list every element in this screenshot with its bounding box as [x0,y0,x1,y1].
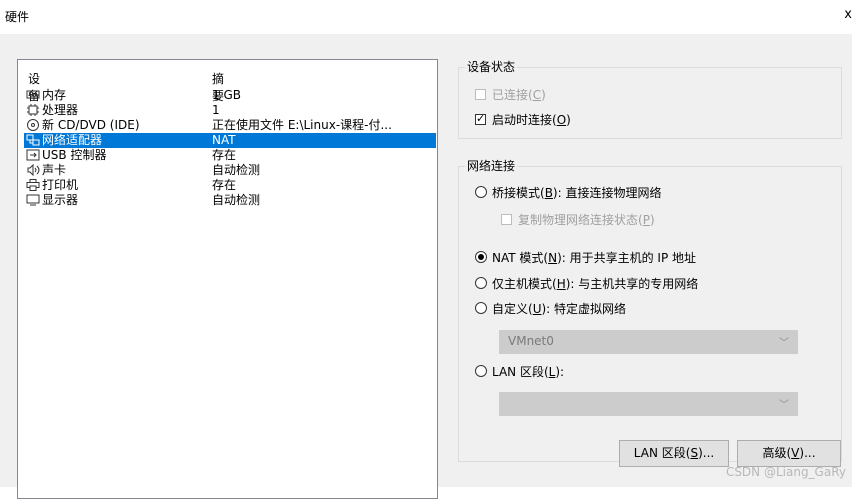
host-only-radio-circle[interactable] [475,277,487,289]
cd-dvd-icon [26,119,40,131]
network-connection-title: 网络连接 [465,158,518,174]
device-summary: 存在 [212,148,237,162]
title-bar: 硬件 x [0,0,852,34]
device-list[interactable]: 设备 摘要 内存 1 GB 处理器 1 新 CD/DVD (IDE) 正在使用文件 E:\… [17,59,438,499]
network-adapter-icon [26,134,40,146]
lan-segments-button[interactable]: LAN 区段(S)... [619,440,729,467]
host-only-label: 仅主机模式(H): 与主机共享的专用网络 [492,277,699,291]
usb-icon [26,149,40,161]
device-summary: 自动检测 [212,193,261,207]
device-row[interactable]: USB 控制器 存在 [24,148,436,163]
speaker-icon [26,163,40,177]
nat-radio-circle[interactable] [475,251,487,263]
processor-icon [26,104,40,116]
device-row[interactable]: 声卡 自动检测 [24,163,436,178]
lan-segment-label: LAN 区段(L): [492,365,565,379]
device-name: 打印机 [42,178,79,192]
vmnet-select[interactable]: VMnet0 ﹀ [499,330,798,354]
dialog-client: 设备 摘要 内存 1 GB 处理器 1 新 CD/DVD (IDE) 正在使用文件 E:\… [0,34,852,499]
vmnet-select-value: VMnet0 [508,334,554,348]
nat-label: NAT 模式(N): 用于共享主机的 IP 地址 [492,251,697,265]
replicate-state-label: 复制物理网络连接状态(P) [518,213,655,227]
device-row[interactable]: 新 CD/DVD (IDE) 正在使用文件 E:\Linux-课程-付... [24,118,436,133]
device-row[interactable]: 内存 1 GB [24,88,436,103]
chevron-down-icon: ﹀ [779,400,789,411]
replicate-state-box[interactable] [501,214,512,225]
memory-icon [26,89,40,101]
device-row[interactable]: 网络适配器 NAT [24,133,436,148]
radio-dot-icon [478,254,484,260]
device-summary: 存在 [212,178,237,192]
network-connection-group: 网络连接 桥接模式(B): 直接连接物理网络 复制物理网络连接状态(P) NAT… [458,158,842,462]
advanced-button[interactable]: 高级(V)... [737,440,841,467]
lan-segment-select[interactable]: ﹀ [499,392,798,416]
bridged-label: 桥接模式(B): 直接连接物理网络 [492,186,662,200]
bridged-radio-circle[interactable] [475,186,487,198]
monitor-icon [26,194,40,206]
device-name: 声卡 [42,163,67,177]
device-name: 显示器 [42,193,79,207]
device-summary: NAT [212,133,236,147]
device-summary: 1 GB [212,88,241,102]
device-summary: 正在使用文件 E:\Linux-课程-付... [212,118,392,132]
device-name: 新 CD/DVD (IDE) [42,118,140,132]
window-title: 硬件 [5,10,30,24]
connect-at-power-on-box[interactable]: ✓ [475,112,486,125]
device-name: 网络适配器 [42,133,103,147]
chevron-down-icon: ﹀ [779,338,789,349]
device-row[interactable]: 显示器 自动检测 [24,193,436,208]
close-icon[interactable]: x [844,7,852,22]
connected-checkbox-box[interactable] [475,89,486,100]
device-status-title: 设备状态 [465,59,518,75]
check-icon: ✓ [476,112,486,125]
custom-label: 自定义(U): 特定虚拟网络 [492,302,627,316]
watermark: CSDN @Liang_GaRy [725,465,846,479]
printer-icon [26,179,40,191]
device-row[interactable]: 处理器 1 [24,103,436,118]
device-name: USB 控制器 [42,148,107,162]
device-summary: 自动检测 [212,163,261,177]
device-summary: 1 [212,103,220,117]
device-status-group: 设备状态 已连接(C) ✓ 启动时连接(O) [458,59,842,139]
custom-radio-circle[interactable] [475,302,487,314]
connect-at-power-on-label: 启动时连接(O) [492,113,571,127]
connected-label: 已连接(C) [492,88,546,102]
lan-segment-radio-circle[interactable] [475,365,487,377]
device-name: 处理器 [42,103,79,117]
device-row[interactable]: 打印机 存在 [24,178,436,193]
device-name: 内存 [42,88,67,102]
